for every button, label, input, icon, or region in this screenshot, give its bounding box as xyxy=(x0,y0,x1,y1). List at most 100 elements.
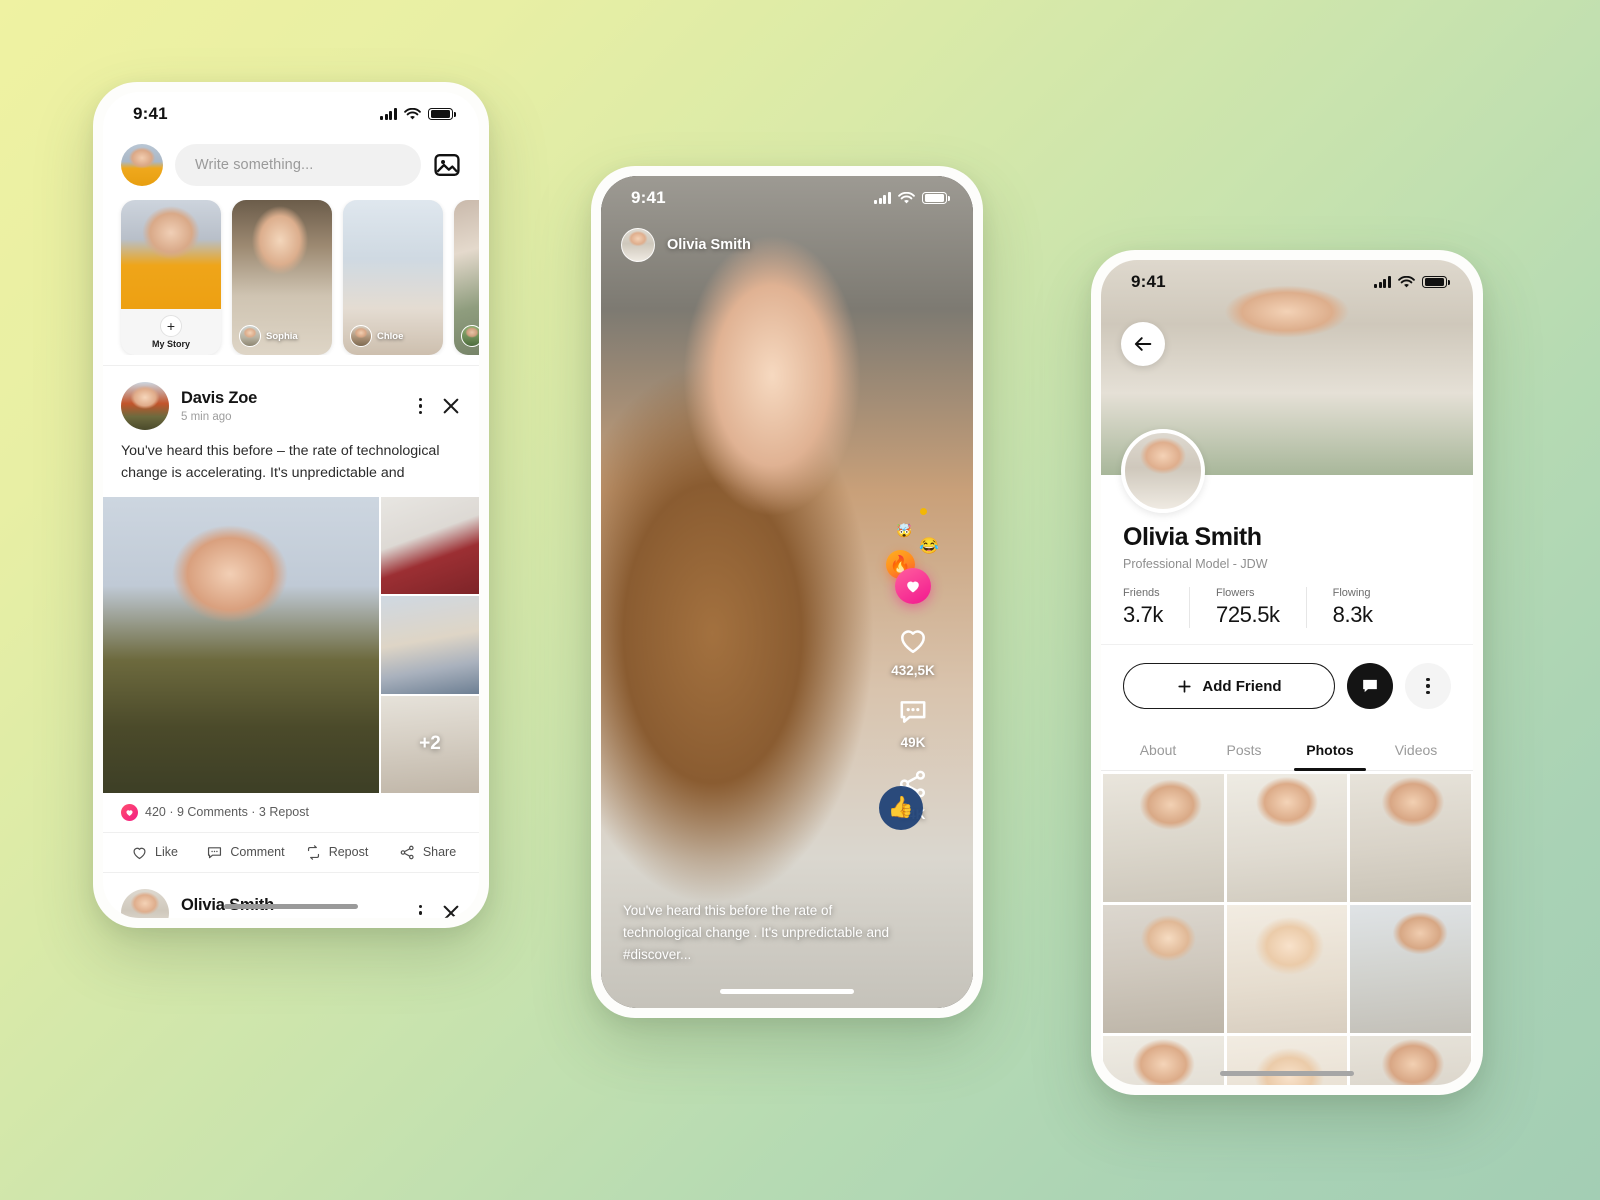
comment-label: Comment xyxy=(230,845,285,860)
photo-grid-item[interactable] xyxy=(1103,1036,1224,1085)
kebab-icon xyxy=(1421,674,1434,698)
more-options-button[interactable] xyxy=(1405,663,1451,709)
plus-icon[interactable]: + xyxy=(160,315,182,337)
profile-cta-row: Add Friend xyxy=(1101,644,1473,729)
post-timestamp: 5 min ago xyxy=(181,411,232,423)
stat-friends[interactable]: Friends 3.7k xyxy=(1123,587,1189,628)
heart-reaction-icon xyxy=(895,568,931,604)
profile-name: Olivia Smith xyxy=(1123,523,1262,551)
avatar xyxy=(350,325,372,347)
status-bar: 9:41 xyxy=(601,176,973,220)
post-image-main[interactable] xyxy=(103,496,379,793)
story-card-chloe[interactable]: Chloe xyxy=(343,200,443,355)
heart-icon xyxy=(133,847,146,860)
add-friend-button[interactable]: Add Friend xyxy=(1123,663,1335,709)
post-image-thumb-more[interactable]: +2 xyxy=(381,695,479,793)
home-indicator[interactable] xyxy=(224,904,358,909)
post-stats: 420 · 9 Comments · 3 Repost xyxy=(103,793,479,832)
home-indicator[interactable] xyxy=(1220,1071,1354,1076)
story-tag: Chloe xyxy=(350,325,403,347)
photo-grid-item[interactable] xyxy=(1103,774,1224,902)
story-card-stella[interactable]: Stella xyxy=(454,200,479,355)
reel-comment-action[interactable]: 49K xyxy=(897,696,929,750)
post-image-thumb[interactable] xyxy=(381,596,479,694)
reel-like-action[interactable]: 432,5K xyxy=(891,624,935,678)
post-image-thumb[interactable] xyxy=(381,496,479,595)
share-icon xyxy=(400,845,414,860)
avatar[interactable] xyxy=(121,382,169,430)
share-label: Share xyxy=(422,845,457,860)
like-count: 432,5K xyxy=(891,663,935,678)
photo-grid-item[interactable] xyxy=(1226,1036,1348,1085)
back-button[interactable] xyxy=(1121,322,1165,366)
composer-row[interactable]: Write something... xyxy=(103,136,479,200)
share-button[interactable]: Share xyxy=(382,844,473,861)
compose-input[interactable]: Write something... xyxy=(175,144,421,186)
story-label: Sophia xyxy=(266,330,298,342)
comment-count: 49K xyxy=(900,735,926,750)
laughing-emoji-icon: 😂 xyxy=(919,538,939,555)
repost-button[interactable]: Repost xyxy=(291,844,382,861)
profile-tabs: About Posts Photos Videos xyxy=(1101,729,1473,771)
message-button[interactable] xyxy=(1347,663,1393,709)
close-icon[interactable] xyxy=(441,903,461,918)
photo-grid-item[interactable] xyxy=(1350,1036,1471,1085)
message-icon xyxy=(1363,679,1377,693)
yellow-dot-icon xyxy=(920,508,927,515)
stat-label: Flowing xyxy=(1332,587,1371,599)
tab-about[interactable]: About xyxy=(1115,729,1201,770)
avatar xyxy=(461,325,479,347)
stat-flowers[interactable]: Flowers 725.5k xyxy=(1188,587,1306,628)
profile-stats: Friends 3.7k Flowers 725.5k Flowing 8.3k xyxy=(1123,587,1451,628)
like-button[interactable]: Like xyxy=(109,844,200,861)
profile-cover: 9:41 xyxy=(1101,260,1473,513)
wifi-icon xyxy=(1398,275,1415,287)
reel-author-name: Olivia Smith xyxy=(667,237,751,253)
wifi-icon xyxy=(898,191,915,203)
story-label: Chloe xyxy=(377,330,404,342)
phone-reel: 9:41 Olivia Smith 🤯 😂 🔥 432,5K 49K 👍 You… xyxy=(591,166,983,1018)
photo-grid-item[interactable] xyxy=(1103,905,1224,1033)
reel-author-row[interactable]: Olivia Smith xyxy=(601,220,973,270)
profile-avatar[interactable] xyxy=(1121,429,1205,513)
photo-grid-item[interactable] xyxy=(1350,905,1471,1033)
story-card-my-story[interactable]: + My Story xyxy=(121,200,221,355)
phone-feed: 9:41 Write something... + My Story Sophi… xyxy=(93,82,489,928)
post-image-grid[interactable]: +2 xyxy=(103,496,479,793)
profile-photo-grid xyxy=(1101,771,1473,1085)
avatar[interactable] xyxy=(121,888,169,918)
close-icon[interactable] xyxy=(441,396,461,416)
stat-label: Flowers xyxy=(1215,587,1255,599)
reel-caption: You've heard this before the rate of tec… xyxy=(623,903,890,963)
stories-carousel[interactable]: + My Story Sophia Chloe xyxy=(103,200,479,355)
more-photos-overlay: +2 xyxy=(419,733,441,755)
status-time: 9:41 xyxy=(631,188,666,207)
comment-icon xyxy=(208,847,222,859)
status-time: 9:41 xyxy=(133,104,168,123)
story-card-sophia[interactable]: Sophia xyxy=(232,200,332,355)
tab-posts[interactable]: Posts xyxy=(1201,729,1287,770)
post-author-meta: Davis Zoe 5 min ago xyxy=(181,389,402,423)
photo-grid-item[interactable] xyxy=(1226,905,1348,1033)
reel-screen: 9:41 Olivia Smith 🤯 😂 🔥 432,5K 49K 👍 You… xyxy=(601,176,973,1008)
feed-screen: 9:41 Write something... + My Story Sophi… xyxy=(103,92,479,918)
home-indicator[interactable] xyxy=(720,989,854,994)
stat-flowing[interactable]: Flowing 8.3k xyxy=(1305,587,1399,628)
tab-photos[interactable]: Photos xyxy=(1287,729,1373,771)
photo-grid-item[interactable] xyxy=(1226,774,1348,902)
comment-button[interactable]: Comment xyxy=(200,844,291,861)
avatar xyxy=(239,325,261,347)
photo-grid-item[interactable] xyxy=(1350,774,1471,902)
post-actions-bar: Like Comment Repost Share xyxy=(103,831,479,873)
wifi-icon xyxy=(404,107,421,119)
reel-share-action[interactable]: 24K 👍 xyxy=(879,768,929,830)
tab-videos[interactable]: Videos xyxy=(1373,729,1459,770)
kebab-icon[interactable] xyxy=(414,394,427,418)
like-label: Like xyxy=(155,845,178,860)
image-icon[interactable] xyxy=(433,151,461,179)
kebab-icon[interactable] xyxy=(414,901,427,918)
avatar[interactable] xyxy=(621,228,655,262)
stat-value: 3.7k xyxy=(1123,602,1163,627)
stat-label: Friends xyxy=(1123,587,1160,599)
profile-screen: 9:41 Olivia Smith Professional Model - J… xyxy=(1101,260,1473,1085)
